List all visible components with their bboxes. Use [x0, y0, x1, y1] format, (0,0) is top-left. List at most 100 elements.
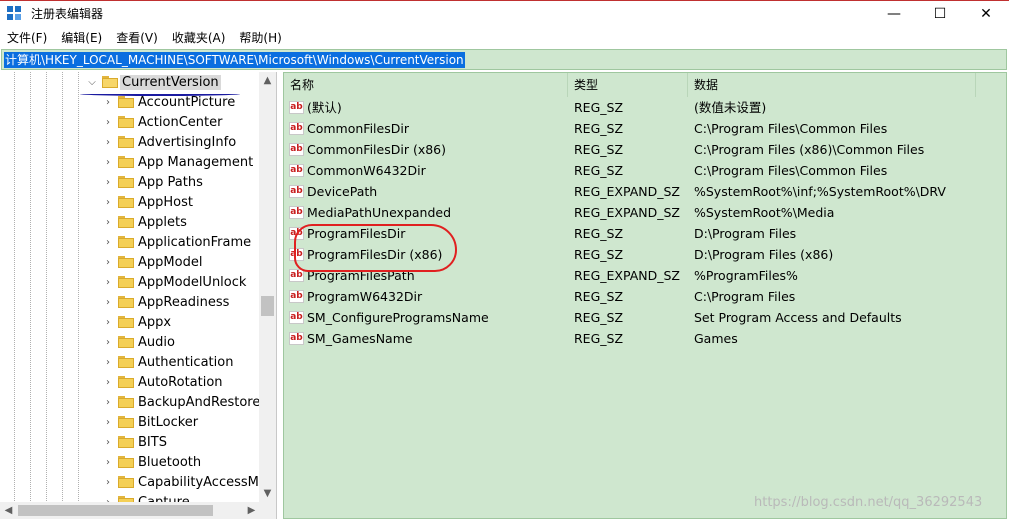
chevron-right-icon[interactable]: ›: [103, 417, 113, 428]
tree-item[interactable]: › AppModel: [0, 252, 260, 272]
chevron-right-icon[interactable]: ›: [103, 337, 113, 348]
menu-help[interactable]: 帮助(H): [232, 29, 288, 46]
value-data: (数值未设置): [694, 100, 767, 115]
folder-icon: [118, 96, 134, 108]
title-bar: 注册表编辑器 — ☐ ✕: [0, 0, 1009, 26]
tree-item[interactable]: › Authentication: [0, 352, 260, 372]
chevron-right-icon[interactable]: ›: [103, 317, 113, 328]
tree-item[interactable]: › AppReadiness: [0, 292, 260, 312]
tree-item-label: ApplicationFrame: [138, 234, 252, 250]
folder-icon: [118, 436, 134, 448]
annotation-circle: [294, 224, 457, 272]
value-row[interactable]: ab MediaPathUnexpanded REG_EXPAND_SZ %Syste…: [284, 202, 1006, 223]
tree-item-label: Appx: [138, 314, 172, 330]
close-button[interactable]: ✕: [963, 1, 1009, 27]
string-value-icon: ab: [289, 206, 304, 219]
tree-item[interactable]: › AdvertisingInfo: [0, 132, 260, 152]
chevron-right-icon[interactable]: ›: [103, 177, 113, 188]
chevron-right-icon[interactable]: ›: [103, 217, 113, 228]
menu-edit[interactable]: 编辑(E): [54, 29, 109, 46]
tree-item-label: BitLocker: [138, 414, 199, 430]
chevron-right-icon[interactable]: ›: [103, 157, 113, 168]
chevron-right-icon[interactable]: ›: [103, 237, 113, 248]
tree-item[interactable]: › ApplicationFrame: [0, 232, 260, 252]
value-type: REG_SZ: [574, 247, 624, 262]
value-data: %SystemRoot%\Media: [694, 205, 835, 220]
chevron-right-icon[interactable]: ›: [103, 257, 113, 268]
scroll-thumb[interactable]: [261, 296, 274, 316]
tree-item[interactable]: › App Paths: [0, 172, 260, 192]
chevron-right-icon[interactable]: ›: [103, 477, 113, 488]
chevron-right-icon[interactable]: ›: [103, 137, 113, 148]
address-path[interactable]: 计算机\HKEY_LOCAL_MACHINE\SOFTWARE\Microsof…: [4, 52, 465, 68]
tree-item[interactable]: › BitLocker: [0, 412, 260, 432]
menu-file[interactable]: 文件(F): [0, 29, 54, 46]
address-bar[interactable]: 计算机\HKEY_LOCAL_MACHINE\SOFTWARE\Microsof…: [1, 49, 1007, 70]
chevron-right-icon[interactable]: ›: [103, 197, 113, 208]
minimize-button[interactable]: —: [871, 1, 917, 27]
scroll-down-icon[interactable]: ▼: [259, 485, 276, 502]
chevron-right-icon[interactable]: ›: [103, 457, 113, 468]
column-data-header[interactable]: 数据: [688, 73, 976, 97]
folder-open-icon: [102, 76, 118, 88]
scroll-up-icon[interactable]: ▲: [259, 72, 276, 89]
value-type: REG_SZ: [574, 310, 624, 325]
value-row[interactable]: ab SM_GamesName REG_SZ Games: [284, 328, 1006, 349]
value-data: C:\Program Files: [694, 289, 796, 304]
chevron-down-icon[interactable]: ⌵: [87, 77, 97, 88]
value-name: MediaPathUnexpanded: [307, 205, 452, 220]
tree-item[interactable]: › Applets: [0, 212, 260, 232]
column-type-header[interactable]: 类型: [568, 73, 688, 97]
tree-vertical-scrollbar[interactable]: ▲ ▼: [259, 72, 276, 502]
tree-item[interactable]: › App Management: [0, 152, 260, 172]
value-row[interactable]: ab CommonFilesDir (x86) REG_SZ C:\Program F…: [284, 139, 1006, 160]
value-data: D:\Program Files (x86): [694, 247, 834, 262]
chevron-right-icon[interactable]: ›: [103, 277, 113, 288]
chevron-right-icon[interactable]: ›: [103, 357, 113, 368]
value-row[interactable]: ab DevicePath REG_EXPAND_SZ %SystemRoot%\in…: [284, 181, 1006, 202]
tree-item[interactable]: › Audio: [0, 332, 260, 352]
tree-item[interactable]: › ActionCenter: [0, 112, 260, 132]
tree-item-label: AutoRotation: [138, 374, 223, 390]
tree-item[interactable]: › BITS: [0, 432, 260, 452]
tree-item[interactable]: › Bluetooth: [0, 452, 260, 472]
tree-item-label: App Management: [138, 154, 254, 170]
value-row[interactable]: ab CommonW6432Dir REG_SZ C:\Program Files\C…: [284, 160, 1006, 181]
chevron-right-icon[interactable]: ›: [103, 97, 113, 108]
column-name-header[interactable]: 名称: [284, 73, 568, 97]
value-type: REG_SZ: [574, 163, 624, 178]
menu-favorites[interactable]: 收藏夹(A): [165, 29, 233, 46]
value-row[interactable]: ab SM_ConfigureProgramsName REG_SZ Set Prog…: [284, 307, 1006, 328]
folder-icon: [118, 196, 134, 208]
tree-item[interactable]: › Appx: [0, 312, 260, 332]
chevron-right-icon[interactable]: ›: [103, 377, 113, 388]
tree-item[interactable]: › AutoRotation: [0, 372, 260, 392]
scroll-right-icon[interactable]: ▶: [243, 502, 260, 519]
menu-view[interactable]: 查看(V): [109, 29, 165, 46]
tree-item[interactable]: › CapabilityAccessMan: [0, 472, 275, 492]
scroll-thumb[interactable]: [18, 505, 213, 516]
maximize-button[interactable]: ☐: [917, 1, 963, 27]
tree-item-label: AdvertisingInfo: [138, 134, 237, 150]
tree-item-currentversion[interactable]: ⌵ CurrentVersion: [0, 72, 260, 92]
scroll-left-icon[interactable]: ◀: [0, 502, 17, 519]
value-row[interactable]: ab (默认) REG_SZ (数值未设置): [284, 97, 1006, 118]
tree-item[interactable]: › AppModelUnlock: [0, 272, 260, 292]
values-pane: 名称 类型 数据 ab (默认) REG_SZ (数值未设置) ab CommonFile…: [283, 72, 1007, 519]
value-type: REG_EXPAND_SZ: [574, 205, 680, 220]
tree-horizontal-scrollbar[interactable]: ◀ ▶: [0, 502, 276, 519]
tree-item[interactable]: › BackupAndRestoreSe: [0, 392, 276, 412]
value-type: REG_SZ: [574, 226, 624, 241]
chevron-right-icon[interactable]: ›: [103, 297, 113, 308]
tree-item[interactable]: › AppHost: [0, 192, 260, 212]
value-row[interactable]: ab ProgramW6432Dir REG_SZ C:\Program Files: [284, 286, 1006, 307]
value-data: Set Program Access and Defaults: [694, 310, 902, 325]
value-row[interactable]: ab CommonFilesDir REG_SZ C:\Program Files\C…: [284, 118, 1006, 139]
value-data: D:\Program Files: [694, 226, 797, 241]
string-value-icon: ab: [289, 290, 304, 303]
folder-icon: [118, 136, 134, 148]
chevron-right-icon[interactable]: ›: [103, 397, 113, 408]
chevron-right-icon[interactable]: ›: [103, 117, 113, 128]
chevron-right-icon[interactable]: ›: [103, 437, 113, 448]
folder-icon: [118, 216, 134, 228]
